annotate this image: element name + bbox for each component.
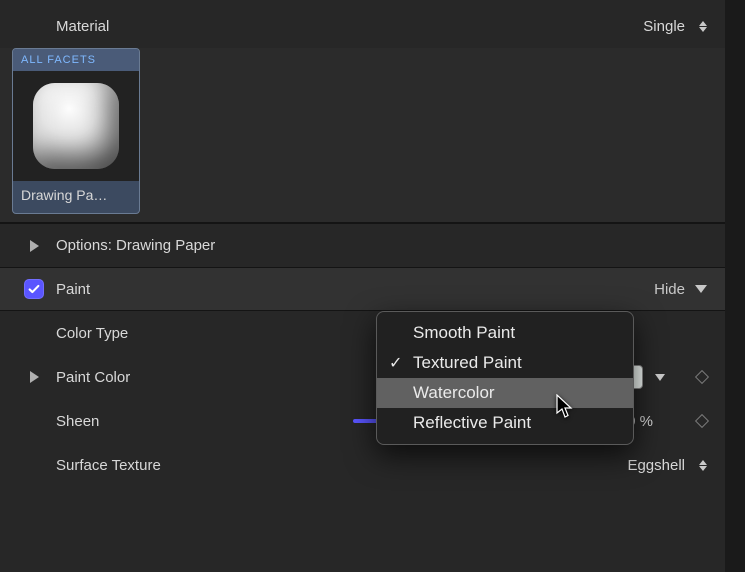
facets-strip: All Facets Drawing Pa… <box>0 48 725 223</box>
sheen-label: Sheen <box>56 413 99 430</box>
facet-tile-header: All Facets <box>13 49 139 71</box>
material-popup[interactable]: Single <box>643 18 707 35</box>
menu-item[interactable]: ✓ Textured Paint <box>377 348 633 378</box>
paint-label: Paint <box>56 281 90 298</box>
surface-texture-label: Surface Texture <box>56 457 161 474</box>
hide-label: Hide <box>654 281 685 298</box>
chevron-down-icon <box>695 285 707 293</box>
menu-item-label: Reflective Paint <box>413 413 531 432</box>
surface-texture-row: Surface Texture Eggshell <box>0 443 725 487</box>
menu-item[interactable]: Reflective Paint <box>377 408 633 438</box>
check-icon <box>27 282 41 296</box>
material-value: Single <box>643 18 685 35</box>
material-label: Material <box>56 18 109 35</box>
menu-item[interactable]: Watercolor <box>377 378 633 408</box>
menu-item-label: Watercolor <box>413 383 495 402</box>
disclosure-triangle-icon[interactable] <box>30 371 39 383</box>
menu-item-label: Textured Paint <box>413 353 522 372</box>
keyframe-diamond-icon[interactable] <box>695 414 709 428</box>
surface-texture-popup[interactable]: Eggshell <box>627 457 707 474</box>
scrollbar[interactable] <box>725 0 745 572</box>
keyframe-diamond-icon[interactable] <box>695 370 709 384</box>
disclosure-triangle-icon[interactable] <box>30 240 39 252</box>
facet-thumbnail <box>13 71 139 181</box>
facet-tile-name: Drawing Pa… <box>13 181 139 213</box>
surface-texture-value: Eggshell <box>627 457 685 474</box>
menu-item-label: Smooth Paint <box>413 323 515 342</box>
color-type-label: Color Type <box>56 325 128 342</box>
paint-hide-button[interactable]: Hide <box>654 281 707 298</box>
menu-item[interactable]: Smooth Paint <box>377 318 633 348</box>
paint-section-header: Paint Hide <box>0 267 725 311</box>
check-icon: ✓ <box>389 353 402 375</box>
paint-color-label: Paint Color <box>56 369 130 386</box>
swatch-chevron-icon[interactable] <box>655 374 665 381</box>
options-label: Options: Drawing Paper <box>56 237 215 254</box>
material-preview-icon <box>33 83 119 169</box>
popup-arrows-icon <box>699 460 707 471</box>
facet-tile[interactable]: All Facets Drawing Pa… <box>12 48 140 214</box>
color-type-menu[interactable]: Smooth Paint ✓ Textured Paint Watercolor Ref… <box>376 311 634 445</box>
popup-arrows-icon <box>699 21 707 32</box>
options-row[interactable]: Options: Drawing Paper <box>0 223 725 267</box>
paint-checkbox[interactable] <box>24 279 44 299</box>
material-row: Material Single <box>0 0 725 48</box>
